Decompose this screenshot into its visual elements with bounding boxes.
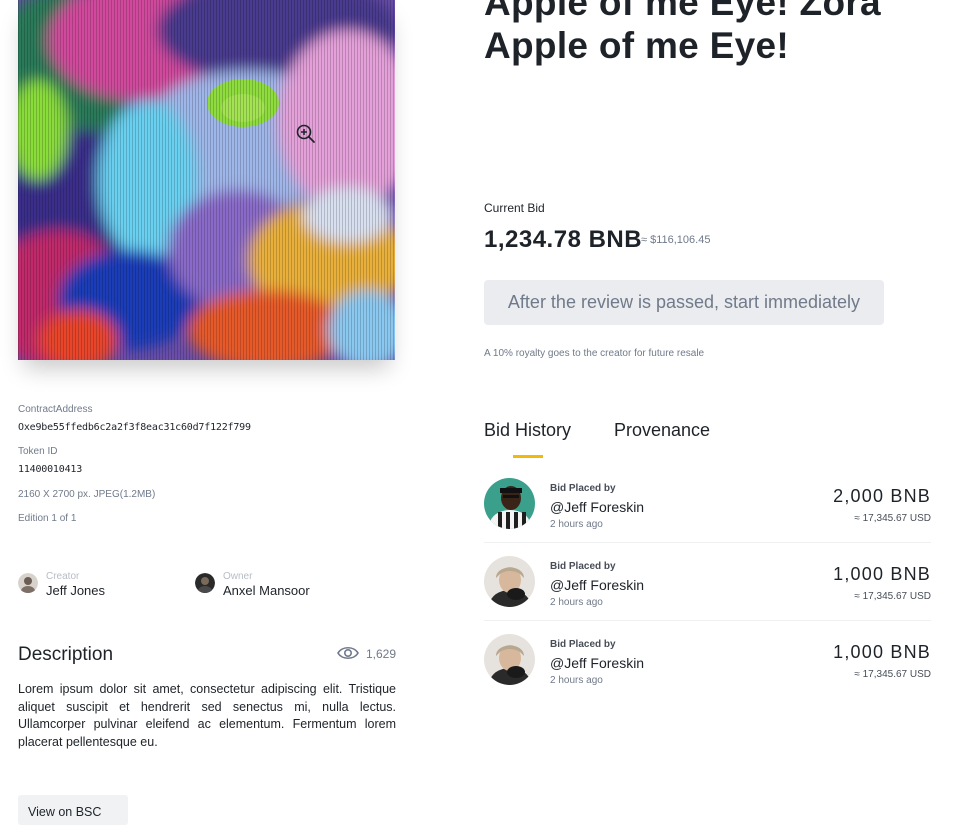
- image-dimensions: 2160 X 2700 px. JPEG(1.2MB): [18, 489, 156, 500]
- token-id-label: Token ID: [18, 446, 58, 457]
- zoom-in-icon[interactable]: [295, 123, 317, 145]
- bid-placed-label: Bid Placed by: [550, 483, 616, 494]
- bid-divider: [484, 542, 931, 543]
- active-tab-indicator: [513, 455, 543, 458]
- bidder-avatar[interactable]: [484, 634, 535, 685]
- bidder-name[interactable]: @Jeff Foreskin: [550, 577, 644, 593]
- nft-title-line-2: Apple of me Eye!: [484, 25, 789, 66]
- description-title: Description: [18, 644, 114, 665]
- creator-avatar[interactable]: [18, 573, 38, 598]
- bid-time: 2 hours ago: [550, 597, 603, 608]
- bid-amount: 1,000 BNB: [833, 564, 931, 584]
- owner-avatar[interactable]: [195, 573, 215, 598]
- owner-name[interactable]: Anxel Mansoor: [223, 583, 310, 598]
- nft-title-line-1: Apple of me Eye! Zora: [484, 0, 881, 23]
- contract-address-label: ContractAddress: [18, 404, 93, 415]
- review-status-button[interactable]: After the review is passed, start immedi…: [484, 280, 884, 325]
- nft-artwork[interactable]: [18, 0, 395, 360]
- edition-info: Edition 1 of 1: [18, 513, 77, 524]
- royalty-note: A 10% royalty goes to the creator for fu…: [484, 348, 705, 359]
- bid-placed-label: Bid Placed by: [550, 639, 616, 650]
- bid-amount: 1,000 BNB: [833, 642, 931, 662]
- view-count: 1,629: [366, 647, 397, 661]
- eye-icon: [337, 644, 359, 662]
- token-id-value: 11400010413: [18, 464, 83, 475]
- bid-usd: ≈ 17,345.67 USD: [854, 591, 931, 602]
- bid-amount: 2,000 BNB: [833, 486, 931, 506]
- current-bid-amount: 1,234.78 BNB: [484, 226, 643, 253]
- bid-time: 2 hours ago: [550, 519, 603, 530]
- bid-divider: [484, 620, 931, 621]
- bid-time: 2 hours ago: [550, 675, 603, 686]
- bid-placed-label: Bid Placed by: [550, 561, 616, 572]
- bidder-name[interactable]: @Jeff Foreskin: [550, 655, 644, 671]
- creator-name[interactable]: Jeff Jones: [46, 583, 105, 598]
- bidder-avatar[interactable]: [484, 478, 535, 529]
- creator-role-label: Creator: [46, 571, 80, 582]
- owner-role-label: Owner: [223, 571, 253, 582]
- bidder-name[interactable]: @Jeff Foreskin: [550, 499, 644, 515]
- description-text: Lorem ipsum dolor sit amet, consectetur …: [18, 682, 396, 749]
- bid-usd: ≈ 17,345.67 USD: [854, 513, 931, 524]
- tab-bid-history[interactable]: Bid History: [484, 420, 571, 441]
- view-on-bsc-button[interactable]: View on BSC: [18, 795, 128, 825]
- contract-address-value: Oxe9be55ffedb6c2a2f3f8eac31c60d7f122f799: [18, 422, 251, 433]
- tab-provenance[interactable]: Provenance: [614, 420, 710, 441]
- bidder-avatar[interactable]: [484, 556, 535, 607]
- bid-usd: ≈ 17,345.67 USD: [854, 669, 931, 680]
- current-bid-usd: ≈ $116,106.45: [641, 234, 711, 246]
- current-bid-label: Current Bid: [484, 201, 545, 215]
- artwork-image: [18, 0, 395, 360]
